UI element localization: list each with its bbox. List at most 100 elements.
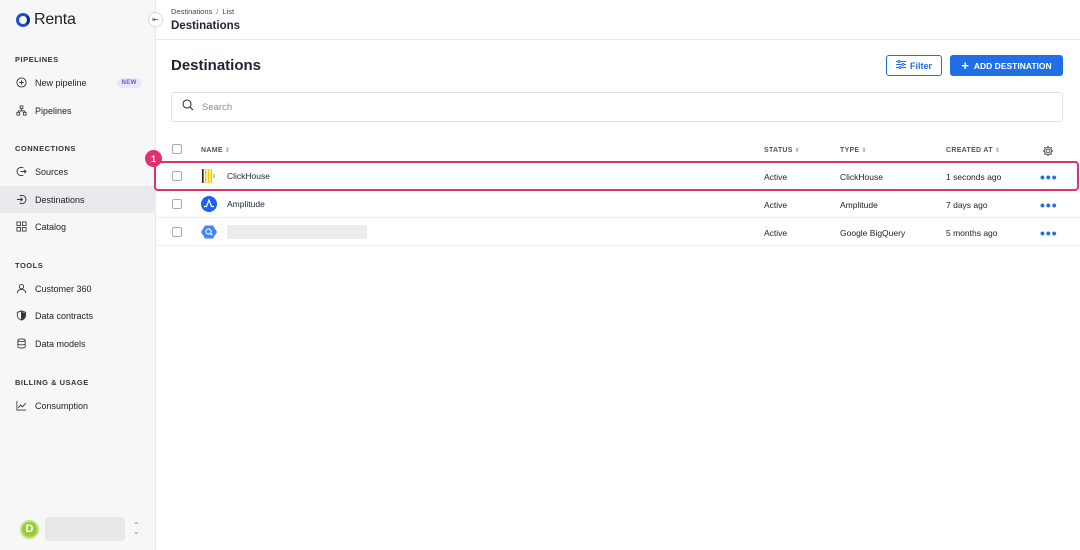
status-cell: Active bbox=[764, 172, 788, 182]
sidebar-item-label: Customer 360 bbox=[35, 283, 92, 294]
created-at-cell: 5 months ago bbox=[946, 228, 998, 238]
column-header-created-at[interactable]: CREATED AT ⇕ bbox=[946, 147, 1000, 154]
user-icon bbox=[16, 283, 27, 294]
bigquery-icon bbox=[201, 224, 217, 240]
collapse-sidebar-button[interactable]: ⇤ bbox=[148, 12, 163, 27]
destination-name[interactable]: ClickHouse bbox=[227, 171, 270, 181]
breadcrumb-separator: / bbox=[216, 7, 219, 16]
grid-icon bbox=[16, 221, 27, 232]
section-title-connections: CONNECTIONS bbox=[15, 144, 76, 153]
sidebar-item-consumption[interactable]: Consumption bbox=[0, 392, 156, 419]
sidebar: Renta PIPELINES New pipeline NEW Pipelin… bbox=[0, 0, 156, 550]
sidebar-item-label: Pipelines bbox=[35, 105, 72, 116]
sidebar-item-label: New pipeline bbox=[35, 77, 87, 88]
created-at-cell: 7 days ago bbox=[946, 200, 988, 210]
sidebar-item-customer-360[interactable]: Customer 360 bbox=[0, 275, 156, 302]
table-header: NAME ⇕ STATUS ⇕ TYPE ⇕ CREATED AT ⇕ bbox=[157, 139, 1080, 162]
status-cell: Active bbox=[764, 228, 788, 238]
search-input[interactable] bbox=[202, 101, 1002, 113]
page-title: Destinations bbox=[171, 57, 262, 74]
new-badge: NEW bbox=[116, 77, 142, 88]
row-actions-more-icon[interactable]: ••• bbox=[1040, 169, 1058, 185]
created-at-cell: 1 seconds ago bbox=[946, 172, 1002, 182]
user-menu[interactable]: D ⌃ ⌄ bbox=[20, 517, 140, 541]
user-name-redacted bbox=[45, 517, 125, 541]
search-icon bbox=[182, 98, 194, 116]
column-label: NAME bbox=[201, 147, 223, 154]
section-title-billing: BILLING & USAGE bbox=[15, 378, 89, 387]
row-actions-more-icon[interactable]: ••• bbox=[1040, 197, 1058, 213]
type-cell: Google BigQuery bbox=[840, 228, 906, 238]
sidebar-item-label: Consumption bbox=[35, 400, 89, 411]
section-title-tools: TOOLS bbox=[15, 261, 44, 270]
filter-label: Filter bbox=[909, 60, 932, 71]
sidebar-item-label: Data contracts bbox=[35, 310, 94, 321]
row-checkbox[interactable] bbox=[172, 199, 182, 209]
type-cell: Amplitude bbox=[840, 200, 878, 210]
breadcrumb-item-destinations[interactable]: Destinations bbox=[171, 7, 212, 16]
name-cell: Amplitude bbox=[201, 196, 265, 212]
sidebar-item-sources[interactable]: Sources bbox=[0, 158, 156, 185]
step-marker: 1 bbox=[145, 150, 162, 167]
destination-name-redacted bbox=[227, 225, 367, 239]
add-destination-label: ADD DESTINATION bbox=[973, 60, 1052, 71]
search-box bbox=[171, 92, 1063, 122]
sort-icon: ⇕ bbox=[224, 148, 231, 154]
column-label: CREATED AT bbox=[946, 147, 993, 154]
header-title: Destinations bbox=[171, 20, 241, 32]
app-logo[interactable]: Renta bbox=[16, 11, 76, 29]
clickhouse-icon bbox=[201, 168, 217, 184]
name-cell: ClickHouse bbox=[201, 168, 270, 184]
sort-icon: ⇕ bbox=[861, 148, 867, 154]
breadcrumb-item-list: List bbox=[222, 7, 235, 16]
name-cell bbox=[201, 224, 367, 240]
renta-logo-icon bbox=[16, 13, 30, 27]
filter-button[interactable]: Filter bbox=[886, 55, 942, 76]
sidebar-item-label: Sources bbox=[35, 166, 69, 177]
row-checkbox[interactable] bbox=[172, 227, 182, 237]
app-name: Renta bbox=[34, 11, 76, 28]
table-row[interactable]: Amplitude Active Amplitude 7 days ago ••… bbox=[157, 190, 1080, 218]
select-all-checkbox[interactable] bbox=[172, 144, 182, 154]
sidebar-item-data-contracts[interactable]: Data contracts bbox=[0, 302, 156, 329]
column-header-type[interactable]: TYPE ⇕ bbox=[840, 147, 867, 154]
column-label: STATUS bbox=[764, 147, 793, 154]
status-cell: Active bbox=[764, 200, 788, 210]
plus-icon: + bbox=[961, 57, 969, 73]
arrow-in-circle-icon bbox=[16, 194, 27, 205]
sidebar-item-destinations[interactable]: Destinations bbox=[0, 186, 156, 213]
database-icon bbox=[16, 338, 27, 349]
column-label: TYPE bbox=[840, 147, 860, 154]
collapse-left-icon: ⇤ bbox=[152, 15, 159, 24]
breadcrumb: Destinations / List bbox=[171, 7, 234, 16]
hierarchy-icon bbox=[16, 105, 27, 116]
shield-icon bbox=[16, 310, 27, 321]
sidebar-item-label: Data models bbox=[35, 338, 86, 349]
sidebar-item-label: Destinations bbox=[35, 194, 85, 205]
row-checkbox[interactable] bbox=[172, 171, 182, 181]
add-destination-button[interactable]: + ADD DESTINATION bbox=[950, 55, 1063, 76]
column-header-status[interactable]: STATUS ⇕ bbox=[764, 147, 800, 154]
table-row[interactable]: Active Google BigQuery 5 months ago ••• bbox=[157, 218, 1080, 246]
table-row[interactable]: ClickHouse Active ClickHouse 1 seconds a… bbox=[157, 162, 1080, 190]
sidebar-item-label: Catalog bbox=[35, 221, 67, 232]
avatar: D bbox=[20, 519, 39, 539]
plus-circle-icon bbox=[16, 77, 27, 88]
amplitude-icon bbox=[201, 196, 217, 212]
sort-icon: ⇕ bbox=[794, 148, 801, 154]
chevron-up-down-icon: ⌃ ⌄ bbox=[133, 521, 140, 536]
sidebar-item-new-pipeline[interactable]: New pipeline NEW bbox=[0, 69, 156, 96]
column-header-name[interactable]: NAME ⇕ bbox=[201, 147, 230, 154]
trend-chart-icon bbox=[16, 400, 27, 411]
type-cell: ClickHouse bbox=[840, 172, 883, 182]
filter-sliders-icon bbox=[895, 59, 906, 71]
sort-icon: ⇕ bbox=[994, 148, 1001, 154]
sidebar-item-data-models[interactable]: Data models bbox=[0, 330, 156, 357]
section-title-pipelines: PIPELINES bbox=[15, 55, 59, 64]
arrow-out-circle-icon bbox=[16, 166, 27, 177]
sidebar-item-pipelines[interactable]: Pipelines bbox=[0, 97, 156, 124]
row-actions-more-icon[interactable]: ••• bbox=[1040, 225, 1058, 241]
sidebar-item-catalog[interactable]: Catalog bbox=[0, 213, 156, 240]
table-settings-gear-icon[interactable] bbox=[1042, 144, 1054, 162]
destination-name[interactable]: Amplitude bbox=[227, 199, 265, 209]
